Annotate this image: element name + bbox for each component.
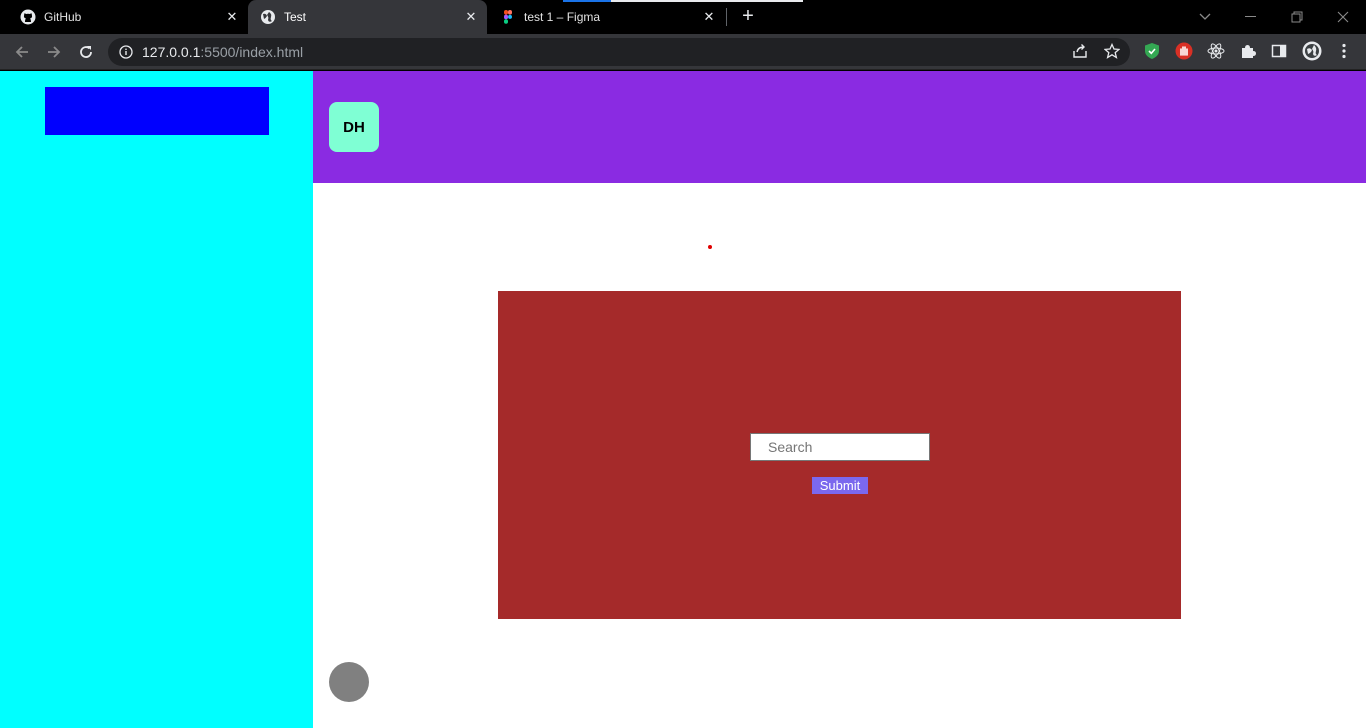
tab-search-icon[interactable] <box>1182 0 1228 34</box>
url-host: 127.0.0.1 <box>142 44 201 60</box>
react-devtools-icon[interactable] <box>1205 40 1227 62</box>
avatar[interactable]: DH <box>329 102 379 152</box>
url-path: :5500/index.html <box>200 44 304 60</box>
share-icon[interactable] <box>1069 40 1091 62</box>
github-icon <box>20 9 36 25</box>
tab-github[interactable]: GitHub ✕ <box>0 0 248 34</box>
submit-button[interactable]: Submit <box>812 477 868 494</box>
back-icon[interactable] <box>10 40 34 64</box>
stop-hand-extension-icon[interactable] <box>1173 40 1195 62</box>
window-close-icon[interactable] <box>1320 0 1366 34</box>
search-panel: Submit <box>498 291 1181 619</box>
side-panel-icon[interactable] <box>1268 40 1290 62</box>
browser-toolbar: 127.0.0.1:5500/index.html <box>0 34 1366 70</box>
tab-loading-bar <box>563 0 803 2</box>
minimize-icon[interactable] <box>1228 0 1274 34</box>
restore-icon[interactable] <box>1274 0 1320 34</box>
forward-icon[interactable] <box>42 40 66 64</box>
tab-figma[interactable]: test 1 – Figma ✕ <box>487 0 725 34</box>
tab-separator <box>726 8 727 26</box>
tab-title: Test <box>284 10 307 24</box>
close-icon[interactable]: ✕ <box>224 9 240 25</box>
tab-title: GitHub <box>44 10 82 24</box>
info-icon[interactable] <box>118 44 134 60</box>
url-text: 127.0.0.1:5500/index.html <box>142 44 303 60</box>
address-bar[interactable]: 127.0.0.1:5500/index.html <box>108 38 1130 66</box>
tab-title: test 1 – Figma <box>524 10 601 24</box>
globe-icon <box>260 9 276 25</box>
figma-icon <box>500 9 516 25</box>
tab-strip: GitHub ✕ Test ✕ test 1 – Figma ✕ + <box>0 0 1366 34</box>
sidebar-logo-block <box>45 87 269 135</box>
search-input[interactable] <box>750 433 930 461</box>
red-dot <box>708 245 712 249</box>
extensions-puzzle-icon[interactable] <box>1237 40 1259 62</box>
page-header: DH <box>313 71 1366 183</box>
sidebar <box>0 71 313 728</box>
tab-test[interactable]: Test ✕ <box>248 0 487 34</box>
close-icon[interactable]: ✕ <box>463 9 479 25</box>
shield-extension-icon[interactable] <box>1141 40 1163 62</box>
page-viewport: DH Submit <box>0 71 1366 728</box>
new-tab-button[interactable]: + <box>738 6 758 27</box>
reload-icon[interactable] <box>74 40 98 64</box>
close-icon[interactable]: ✕ <box>701 9 717 25</box>
bookmark-star-icon[interactable] <box>1101 40 1123 62</box>
profile-avatar-icon[interactable] <box>1301 40 1323 62</box>
menu-kebab-icon[interactable] <box>1333 40 1355 62</box>
floating-circle[interactable] <box>329 662 369 702</box>
